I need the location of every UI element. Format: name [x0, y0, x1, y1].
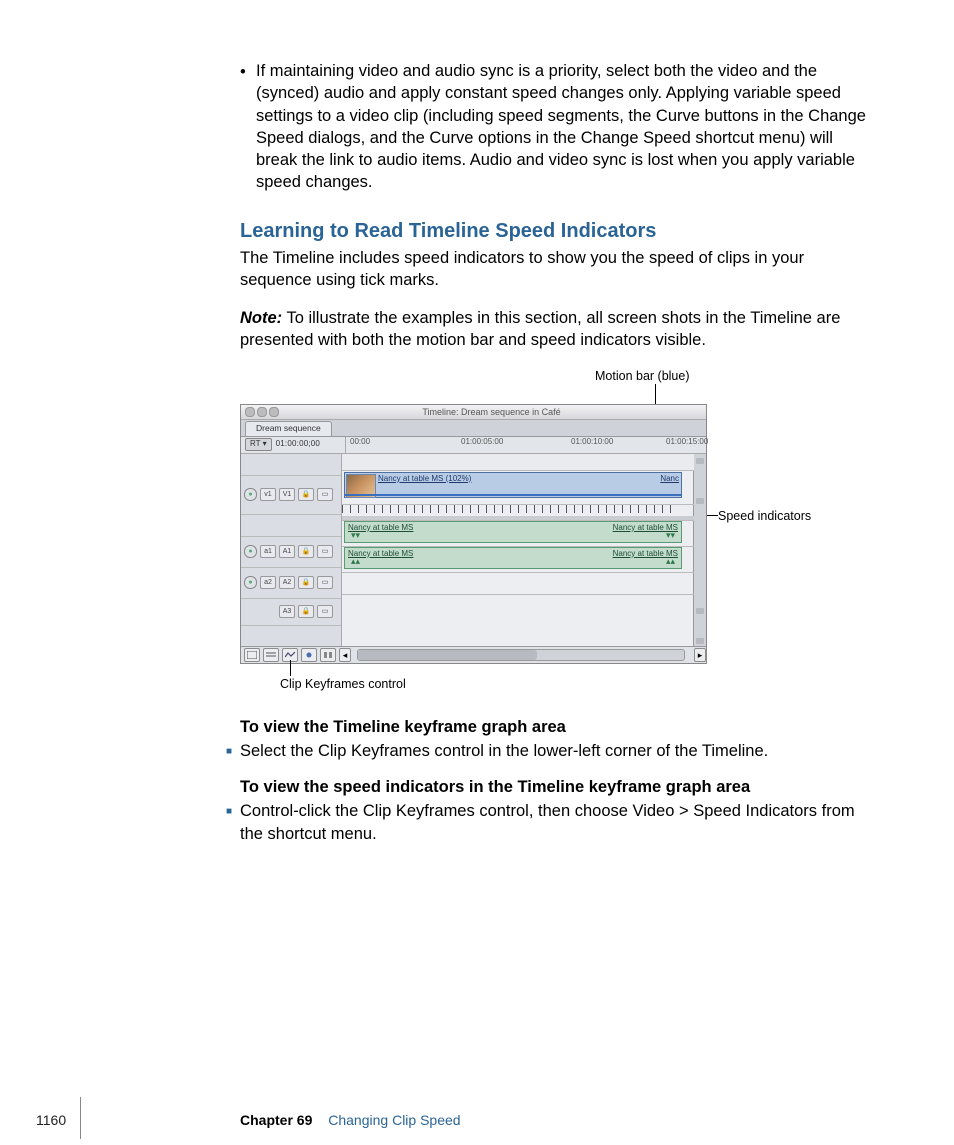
motion-bar — [345, 494, 681, 496]
autoselect-icon[interactable]: ▭ — [317, 605, 333, 618]
timeline-window: Timeline: Dream sequence in Café Dream s… — [240, 404, 707, 664]
track-row — [342, 454, 694, 471]
tracks-area: ● v1 V1 🔒 ▭ ● a1 A1 🔒 ▭ — [241, 454, 706, 648]
callout-motion-bar: Motion bar (blue) — [595, 368, 690, 385]
vertical-scrollbar[interactable] — [693, 454, 706, 648]
note-text: To illustrate the examples in this secti… — [240, 309, 840, 349]
window-title: Timeline: Dream sequence in Café — [281, 406, 702, 418]
a1-patch[interactable]: ● a1 A1 🔒 ▭ — [241, 537, 341, 568]
ruler-tick: 01:00:10:00 — [571, 437, 613, 448]
ruler-tick: 01:00:05:00 — [461, 437, 503, 448]
video-clip[interactable]: Nancy at table MS (102%) Nanc — [344, 472, 682, 498]
timeline-footer: ◂ ▸ — [241, 646, 706, 663]
autoselect-icon[interactable]: ▭ — [317, 576, 333, 589]
traffic-light-icon — [245, 407, 255, 417]
a2-track[interactable]: Nancy at table MS Nancy at table MS ▴▴ ▴… — [342, 546, 694, 573]
v1-patch[interactable]: ● v1 V1 🔒 ▭ — [241, 476, 341, 515]
nav-right-button[interactable]: ▸ — [694, 648, 706, 662]
track-patch-column: ● v1 V1 🔒 ▭ ● a1 A1 🔒 ▭ — [241, 454, 342, 648]
callout-speed-indicators: Speed indicators — [718, 508, 811, 525]
clip-keyframes-icon — [285, 651, 295, 659]
clip-canvas[interactable]: Nancy at table MS (102%) Nanc Nancy at — [342, 454, 706, 648]
page-number: 1160 — [36, 1111, 66, 1130]
rt-popup-button[interactable]: RT ▾ — [245, 438, 272, 451]
callout-motion-bar-label: Motion bar (blue) — [595, 369, 690, 383]
stereo-marker-icon: ▾▾ — [351, 529, 360, 541]
clip-name-label: Nancy at table MS (102%) — [378, 474, 471, 485]
footer-rule — [80, 1097, 81, 1139]
visibility-icon[interactable]: ● — [244, 488, 257, 501]
horizontal-scrollbar[interactable] — [357, 649, 685, 661]
ruler-tick: 01:00:15:00 — [666, 437, 708, 448]
dest-patch[interactable]: A1 — [279, 545, 295, 558]
autoselect-icon[interactable]: ▭ — [317, 488, 333, 501]
chapter-title: Changing Clip Speed — [328, 1112, 460, 1128]
audio-clip[interactable]: Nancy at table MS Nancy at table MS ▾▾ ▾… — [344, 521, 682, 543]
callout-ckf-label: Clip Keyframes control — [280, 677, 406, 691]
nav-left-button[interactable]: ◂ — [339, 648, 351, 662]
stereo-marker-icon: ▾▾ — [666, 529, 675, 541]
step1-text: Select the Clip Keyframes control in the… — [240, 740, 870, 762]
section-intro: The Timeline includes speed indicators t… — [240, 247, 870, 292]
lock-icon[interactable]: 🔒 — [298, 576, 314, 589]
sync-warning-bullet: • If maintaining video and audio sync is… — [130, 60, 870, 194]
source-patch[interactable]: a1 — [260, 545, 276, 558]
lock-icon[interactable]: 🔒 — [298, 545, 314, 558]
dest-patch[interactable]: V1 — [279, 488, 295, 501]
traffic-light-icon — [257, 407, 267, 417]
a3-track[interactable] — [342, 572, 694, 595]
dest-patch[interactable]: A2 — [279, 576, 295, 589]
note-label: Note: — [240, 309, 282, 327]
window-titlebar: Timeline: Dream sequence in Café — [241, 405, 706, 420]
stereo-marker-icon: ▴▴ — [666, 555, 675, 567]
a2-patch[interactable]: ● a2 A2 🔒 ▭ — [241, 568, 341, 599]
note-paragraph: Note: To illustrate the examples in this… — [240, 307, 870, 352]
section-heading: Learning to Read Timeline Speed Indicato… — [240, 218, 870, 245]
v1-track[interactable]: Nancy at table MS (102%) Nanc — [342, 470, 694, 505]
rt-cell: RT ▾ 01:00:00;00 — [241, 437, 346, 453]
current-timecode[interactable]: 01:00:00;00 — [276, 439, 320, 450]
callout-line — [290, 660, 291, 676]
dest-patch[interactable]: A3 — [279, 605, 295, 618]
toggle-button[interactable] — [301, 648, 317, 662]
ruler-row: RT ▾ 01:00:00;00 00:00 01:00:05:00 01:00… — [241, 437, 706, 454]
audible-icon[interactable]: ● — [244, 576, 257, 589]
toggle-button[interactable] — [320, 648, 336, 662]
clip-name-right: Nanc — [660, 474, 679, 485]
callout-speed-label: Speed indicators — [718, 509, 811, 523]
track-layout-menu-button[interactable] — [263, 648, 279, 662]
stereo-marker-icon: ▴▴ — [351, 555, 360, 567]
sync-warning-text: If maintaining video and audio sync is a… — [256, 60, 870, 194]
autoselect-icon[interactable]: ▭ — [317, 545, 333, 558]
sequence-tab-row: Dream sequence — [241, 420, 706, 437]
blue-bullet-icon: ■ — [226, 800, 240, 845]
page-footer: 1160 Chapter 69 Changing Clip Speed — [0, 1097, 954, 1145]
audio-clip[interactable]: Nancy at table MS Nancy at table MS ▴▴ ▴… — [344, 547, 682, 569]
source-patch[interactable]: v1 — [260, 488, 276, 501]
chapter-number: Chapter 69 — [240, 1112, 312, 1128]
sequence-tab[interactable]: Dream sequence — [245, 421, 332, 436]
callout-clip-keyframes: Clip Keyframes control — [280, 676, 406, 693]
time-ruler[interactable]: 00:00 01:00:05:00 01:00:10:00 01:00:15:0… — [346, 437, 706, 453]
bullet-dot-icon: • — [240, 60, 256, 194]
step1-heading: To view the Timeline keyframe graph area — [240, 716, 870, 738]
timeline-figure: Motion bar (blue) Speed indicators Timel… — [240, 368, 860, 698]
source-patch[interactable]: a2 — [260, 576, 276, 589]
audible-icon[interactable]: ● — [244, 545, 257, 558]
step1-bullet: ■ Select the Clip Keyframes control in t… — [226, 740, 870, 762]
step2-heading: To view the speed indicators in the Time… — [240, 776, 870, 798]
traffic-light-icon — [269, 407, 279, 417]
ruler-tick: 00:00 — [350, 437, 370, 448]
blue-bullet-icon: ■ — [226, 740, 240, 762]
toggle-track-height-button[interactable] — [244, 648, 260, 662]
a3-patch[interactable]: A3 🔒 ▭ — [241, 599, 341, 626]
step2-bullet: ■ Control-click the Clip Keyframes contr… — [226, 800, 870, 845]
lock-icon[interactable]: 🔒 — [298, 605, 314, 618]
step2-text: Control-click the Clip Keyframes control… — [240, 800, 870, 845]
chapter-label: Chapter 69 Changing Clip Speed — [240, 1111, 461, 1130]
lock-icon[interactable]: 🔒 — [298, 488, 314, 501]
a1-track[interactable]: Nancy at table MS Nancy at table MS ▾▾ ▾… — [342, 520, 694, 547]
